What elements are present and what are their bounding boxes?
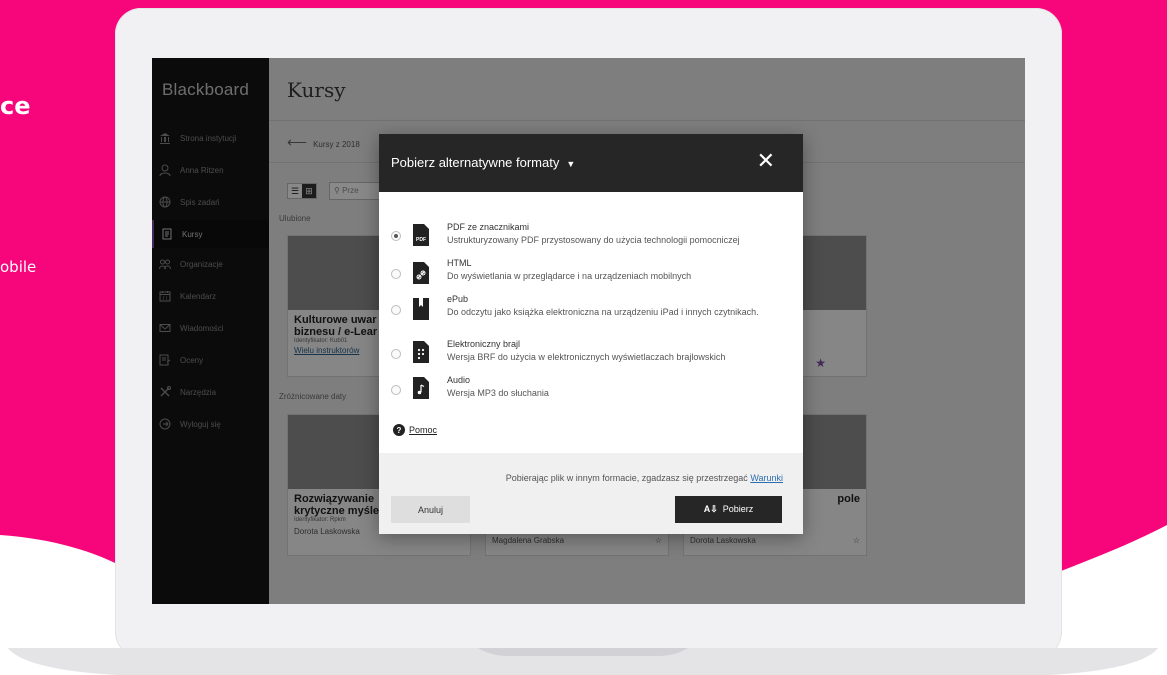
format-option-epub[interactable]: ePub Do odczytu jako książka elektronicz… (391, 294, 791, 324)
dialog-title[interactable]: Pobierz alternatywne formaty ▼ (391, 155, 575, 170)
laptop-base (8, 648, 1158, 675)
epub-book-icon (413, 298, 429, 320)
radio-epub[interactable] (391, 305, 401, 315)
download-label: Pobierz (722, 504, 754, 514)
svg-text:PDF: PDF (416, 237, 426, 243)
dialog-footer: Pobierając plik w innym formacie, zgadza… (379, 453, 803, 534)
format-option-html[interactable]: HTML Do wyświetlania w przeglądarce i na… (391, 258, 791, 288)
format-option-audio[interactable]: Audio Wersja MP3 do słuchania (391, 375, 791, 405)
alternative-formats-dialog: Pobierz alternatywne formaty ▼ ✕ PDF PDF … (379, 134, 803, 534)
html-file-icon (413, 262, 429, 284)
background-headline: ce (0, 92, 31, 120)
terms-notice: Pobierając plik w innym formacie, zgadza… (506, 473, 783, 483)
option-title: PDF ze znacznikami (447, 222, 530, 232)
braille-file-icon (413, 341, 429, 363)
download-icon: A⇩ (703, 504, 718, 514)
option-description: Wersja BRF do użycia w elektronicznych w… (447, 352, 726, 362)
option-description: Do odczytu jako książka elektroniczna na… (447, 307, 759, 317)
option-description: Ustrukturyzowany PDF przystosowany do uż… (447, 235, 740, 245)
terms-link[interactable]: Warunki (750, 473, 783, 483)
close-icon[interactable]: ✕ (757, 150, 775, 172)
help-question-icon: ? (393, 424, 405, 436)
dialog-header: Pobierz alternatywne formaty ▼ ✕ (379, 134, 803, 192)
option-title: ePub (447, 294, 469, 304)
download-button[interactable]: A⇩ Pobierz (675, 496, 782, 523)
background-text-line: obile (0, 258, 37, 276)
help-label: Pomoc (409, 425, 438, 435)
option-title: Audio (447, 375, 471, 385)
option-title: Elektroniczny brajl (447, 339, 521, 349)
option-description: Wersja MP3 do słuchania (447, 388, 549, 398)
cancel-button[interactable]: Anuluj (391, 496, 470, 523)
format-option-braille[interactable]: Elektroniczny brajl Wersja BRF do użycia… (391, 339, 791, 369)
option-title: HTML (447, 258, 472, 268)
audio-file-icon (413, 377, 429, 399)
pdf-file-icon: PDF (413, 224, 429, 246)
caret-down-icon: ▼ (566, 158, 576, 169)
radio-html[interactable] (391, 269, 401, 279)
help-link[interactable]: ? Pomoc (393, 424, 437, 436)
option-description: Do wyświetlania w przeglądarce i na urzą… (447, 271, 692, 281)
radio-braille[interactable] (391, 349, 401, 359)
format-option-pdf[interactable]: PDF PDF ze znacznikami Ustrukturyzowany … (391, 222, 791, 252)
terms-text: Pobierając plik w innym formacie, zgadza… (505, 473, 751, 483)
radio-pdf[interactable] (391, 231, 401, 241)
radio-audio[interactable] (391, 385, 401, 395)
app-screen: Blackboard Strona instytucji Anna Ritzen… (152, 58, 1025, 604)
